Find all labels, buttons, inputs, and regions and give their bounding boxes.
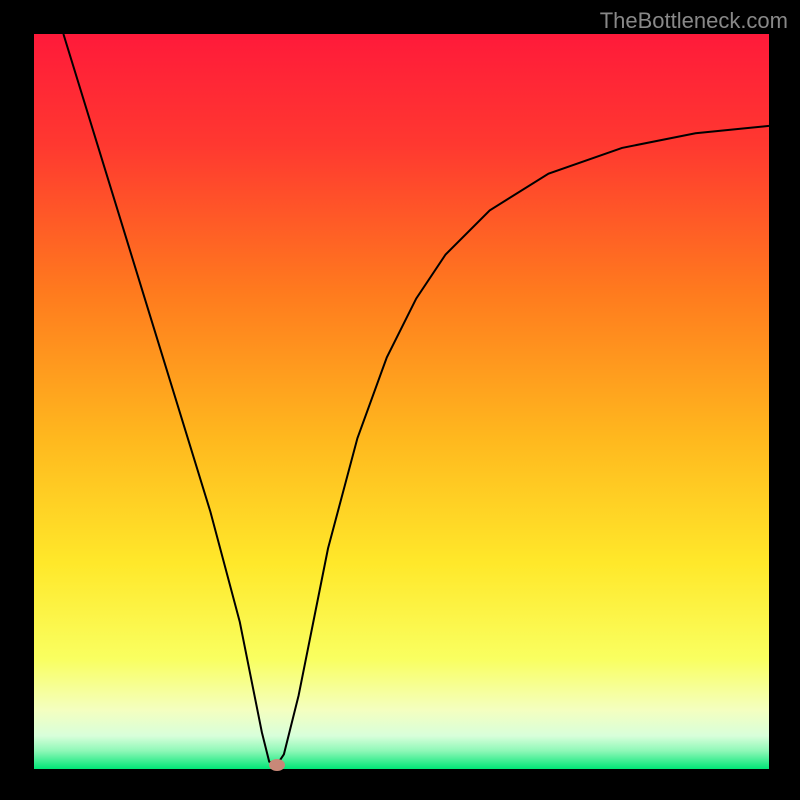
optimal-point-marker	[269, 759, 285, 771]
bottleneck-curve	[34, 34, 769, 769]
watermark-text: TheBottleneck.com	[600, 8, 788, 34]
chart-container: TheBottleneck.com	[0, 0, 800, 800]
plot-area	[34, 34, 769, 769]
